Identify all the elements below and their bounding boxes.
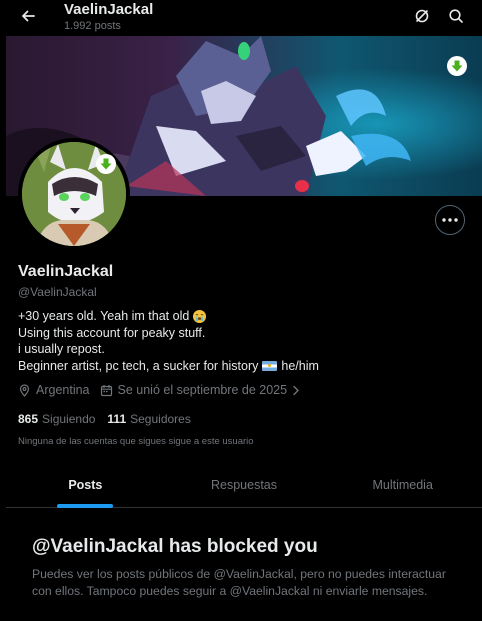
download-arrow-icon <box>451 60 463 72</box>
blocked-title: @VaelinJackal has blocked you <box>32 536 318 557</box>
header-title-block: VaelinJackal 1.992 posts <box>64 1 153 33</box>
profile-meta: Argentina Se unió el septiembre de 2025 <box>18 383 310 397</box>
argentina-flag-icon <box>262 360 278 371</box>
active-tab-indicator <box>57 504 114 508</box>
calendar-icon <box>100 384 112 396</box>
profile-bio: +30 years old. Yeah im that old Using th… <box>18 308 468 374</box>
profile-name: VaelinJackal <box>18 263 114 280</box>
tab-label: Multimedia <box>372 477 433 492</box>
bio-text: +30 years old. Yeah im that old <box>18 309 190 323</box>
mutual-followers-note: Ninguna de las cuentas que sigues sigue … <box>18 436 254 447</box>
profile-tabs: Posts Respuestas Multimedia <box>6 462 482 508</box>
join-date-text: Se unió el septiembre de 2025 <box>117 383 288 397</box>
tab-label: Respuestas <box>211 477 278 492</box>
following-label: Siguiendo <box>42 412 96 426</box>
blocked-message: Puedes ver los posts públicos de @Vaelin… <box>32 567 446 598</box>
bio-pronouns: he/him <box>281 358 319 373</box>
bio-text: Beginner artist, pc tech, a sucker for h… <box>18 358 259 373</box>
more-horizontal-icon <box>442 218 458 222</box>
location-text: Argentina <box>36 383 90 397</box>
bio-text: i usually repost. <box>18 342 105 356</box>
bio-line: Beginner artist, pc tech, a sucker for h… <box>18 358 468 375</box>
join-date[interactable]: Se unió el septiembre de 2025 <box>100 383 301 397</box>
following-count: 865 <box>18 412 39 426</box>
crying-emoji-icon <box>193 309 207 323</box>
followers-link[interactable]: 111 Seguidores <box>107 412 190 426</box>
post-count: 1.992 posts <box>64 20 121 32</box>
tab-media[interactable]: Multimedia <box>323 462 482 507</box>
search-button[interactable] <box>445 5 467 27</box>
bio-line: Using this account for peaky stuff. <box>18 325 468 342</box>
following-link[interactable]: 865 Siguiendo <box>18 412 95 426</box>
location: Argentina <box>18 383 90 397</box>
avatar-download-badge[interactable] <box>96 154 116 174</box>
download-badge[interactable] <box>447 56 467 76</box>
bio-line: i usually repost. <box>18 341 468 358</box>
location-pin-icon <box>19 383 30 397</box>
top-bar: VaelinJackal 1.992 posts <box>0 0 482 36</box>
bio-line: +30 years old. Yeah im that old <box>18 308 468 325</box>
profile-handle: @VaelinJackal <box>18 285 97 299</box>
tab-posts[interactable]: Posts <box>6 462 165 508</box>
more-options-button[interactable] <box>435 205 465 235</box>
tab-label: Posts <box>68 477 103 492</box>
bio-text: Using this account for peaky stuff. <box>18 325 206 340</box>
followers-label: Seguidores <box>130 412 191 426</box>
grok-icon <box>415 9 429 23</box>
back-button[interactable] <box>14 4 42 28</box>
download-arrow-icon <box>100 158 112 170</box>
tab-replies[interactable]: Respuestas <box>165 462 324 507</box>
header-title: VaelinJackal <box>64 1 154 18</box>
followers-count: 111 <box>107 412 127 426</box>
avatar-frame[interactable] <box>18 138 130 250</box>
arrow-left-icon <box>22 10 35 22</box>
chevron-right-icon <box>293 385 300 395</box>
follow-stats: 865 Siguiendo 111 Seguidores <box>18 412 203 426</box>
search-icon <box>449 9 463 23</box>
grok-button[interactable] <box>411 5 433 27</box>
